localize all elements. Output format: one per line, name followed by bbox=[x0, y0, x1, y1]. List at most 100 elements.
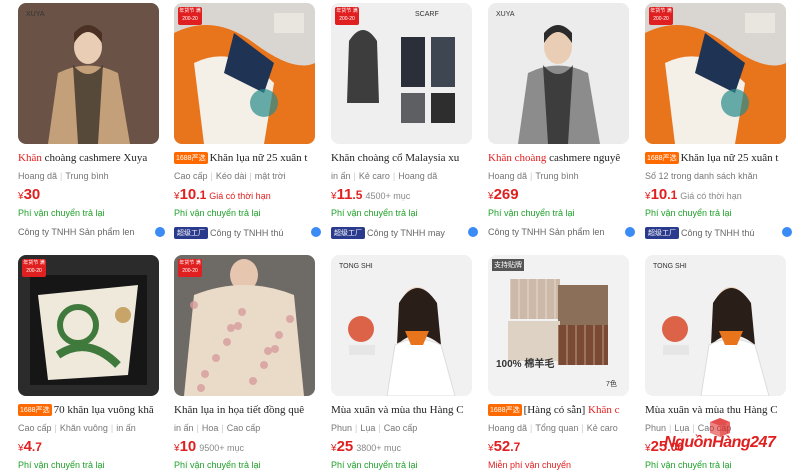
product-tags: in ấn | Hoa | Cao cấp bbox=[174, 423, 320, 433]
product-card[interactable]: 年货节 满200-20 Khăn lụa in họa tiết đồng quê… bbox=[169, 252, 315, 475]
tag: Cao cấp bbox=[174, 171, 208, 181]
product-card[interactable]: XUYA Khăn choàng cashmere nguyê Hoang dã | T… bbox=[483, 0, 635, 245]
supplier-name[interactable]: Công ty TNHH Sản phẩm len bbox=[18, 227, 164, 237]
product-image[interactable]: 年货节 满200-20 bbox=[174, 3, 315, 144]
shipping-info: Phí vận chuyển trả lại bbox=[18, 460, 105, 470]
product-image[interactable]: XUYA bbox=[18, 3, 159, 144]
product-tags: Hoang dã | Trung bình bbox=[488, 171, 634, 181]
price-value: 11 bbox=[336, 186, 353, 203]
title-text: [Hàng có sẵn] bbox=[523, 404, 589, 416]
title-text: cashmere nguyê bbox=[546, 152, 621, 164]
brand-mark: TONG SHI bbox=[653, 263, 687, 270]
supplier-name[interactable]: Công ty TNHH Sản phẩm len bbox=[488, 227, 634, 237]
product-photo bbox=[645, 255, 786, 396]
supplier-name[interactable]: 超级工厂 Công ty TNHH may bbox=[331, 227, 477, 239]
price-note: 4500+ mục bbox=[365, 191, 411, 201]
tag: Phun bbox=[331, 423, 353, 433]
shipping-info: Phí vận chuyển trả lại bbox=[174, 460, 261, 470]
product-image[interactable]: 年货节 满200-20 bbox=[18, 255, 159, 396]
product-card[interactable]: 年货节 满200-20 SCARF Khăn choàng cổ Malaysia … bbox=[326, 0, 478, 245]
product-card[interactable]: TONG SHI Mùa xuân và mùa thu Hàng C Phun | L… bbox=[326, 252, 472, 475]
verified-icon bbox=[311, 227, 321, 237]
tag: Hoa bbox=[201, 423, 219, 433]
product-title[interactable]: 1688严选 Khăn lụa nữ 25 xuân t bbox=[174, 152, 320, 164]
title-text: Mùa xuân và mùa thu Hàng C bbox=[645, 404, 778, 416]
tag-separator: | bbox=[221, 423, 224, 433]
product-title[interactable]: 1688严选 [Hàng có sẵn] Khăn c bbox=[488, 404, 634, 416]
product-title[interactable]: 1688严选 Khăn lụa nữ 25 xuân t bbox=[645, 152, 791, 164]
product-image[interactable]: 年货节 满200-20 bbox=[174, 255, 315, 396]
tag-separator: | bbox=[355, 423, 358, 433]
product-card[interactable]: 年货节 满200-20 1688严选 Khăn lụa nữ 25 xuân t Ca… bbox=[169, 0, 321, 245]
product-title[interactable]: Khăn choàng cashmere Xuya bbox=[18, 152, 164, 164]
product-title[interactable]: Khăn choàng cổ Malaysia xu bbox=[331, 152, 477, 164]
product-image[interactable]: 100% 棉羊毛 支持贴牌 7色 bbox=[488, 255, 629, 396]
product-title[interactable]: Mùa xuân và mùa thu Hàng C bbox=[645, 404, 791, 416]
price-decimal: .1 bbox=[667, 188, 678, 202]
price-row: ¥10.1 Giá có thời hạn bbox=[174, 186, 271, 204]
price-note: 9500+ mục bbox=[199, 443, 245, 453]
product-title[interactable]: Mùa xuân và mùa thu Hàng C bbox=[331, 404, 477, 416]
tag: Hoang dã bbox=[398, 171, 438, 181]
title-text: Khăn lụa nữ 25 xuân t bbox=[209, 152, 308, 164]
tag: mật trời bbox=[254, 171, 286, 181]
promo-badge: 年货节 满200-20 bbox=[178, 259, 202, 277]
price-row: ¥10 9500+ mục bbox=[174, 438, 244, 456]
product-image[interactable]: XUYA bbox=[488, 3, 629, 144]
tag: Cao cấp bbox=[18, 423, 52, 433]
product-tags: Hoang dã | Tổng quan | Kẻ caro bbox=[488, 423, 634, 433]
verified-icon bbox=[468, 227, 478, 237]
tag-separator: | bbox=[60, 171, 63, 181]
product-photo bbox=[488, 3, 629, 144]
price-decimal: .7 bbox=[510, 440, 521, 454]
watermark-text: NguồnHàng247 bbox=[664, 434, 776, 451]
brand-mark: TONG SHI bbox=[339, 263, 373, 270]
brand-mark: XUYA bbox=[496, 11, 515, 18]
product-tags: Cao cấp | Kéo dài | mật trời bbox=[174, 171, 320, 181]
shipping-info: Phí vận chuyển trả lại bbox=[645, 208, 732, 218]
product-image[interactable]: TONG SHI bbox=[331, 255, 472, 396]
tag-separator: | bbox=[196, 423, 199, 433]
product-image[interactable]: 年货节 满200-20 bbox=[645, 3, 786, 144]
supplier-text: Công ty TNHH thú bbox=[681, 228, 755, 238]
product-card[interactable]: 100% 棉羊毛 支持贴牌 7色 1688严选 [Hàng có sẵn] Khăn c… bbox=[483, 252, 629, 475]
product-title[interactable]: 1688严选 70 khăn lụa vuông khă bbox=[18, 404, 164, 416]
selection-badge: 1688严选 bbox=[174, 152, 208, 164]
promo-badge: 年货节 满200-20 bbox=[178, 7, 202, 25]
title-text: 70 khăn lụa vuông khă bbox=[53, 404, 154, 416]
product-title[interactable]: Khăn lụa in họa tiết đồng quê bbox=[174, 404, 320, 416]
product-image[interactable]: 年货节 满200-20 SCARF bbox=[331, 3, 472, 144]
tag-separator: | bbox=[530, 171, 533, 181]
price-note: 3800+ mục bbox=[356, 443, 402, 453]
tag: Khăn vuông bbox=[59, 423, 108, 433]
shipping-info: Phí vận chuyển trả lại bbox=[331, 460, 418, 470]
selection-badge: 1688严选 bbox=[488, 404, 522, 416]
promo-badge: 年货节 满200-20 bbox=[649, 7, 673, 25]
title-text: Khăn lụa in họa tiết đồng quê bbox=[174, 404, 305, 416]
product-card[interactable]: 年货节 满200-20 1688严选 70 khăn lụa vuông khă Ca… bbox=[13, 252, 159, 475]
shipping-info: Phí vận chuyển trả lại bbox=[174, 208, 261, 218]
product-image[interactable]: TONG SHI bbox=[645, 255, 786, 396]
tag: in ấn bbox=[331, 171, 351, 181]
tag: in ấn bbox=[116, 423, 136, 433]
supplier-name[interactable]: 超级工厂 Công ty TNHH thú bbox=[645, 227, 791, 239]
shipping-info: Phí vận chuyển trả lại bbox=[18, 208, 105, 218]
title-highlight: Khăn bbox=[18, 152, 42, 164]
title-text: Mùa xuân và mùa thu Hàng C bbox=[331, 404, 464, 416]
price-value: 4 bbox=[23, 438, 32, 455]
product-tags: Hoang dã | Trung bình bbox=[18, 171, 164, 181]
brand-mark: SCARF bbox=[415, 11, 439, 18]
promo-badge: 年货节 满200-20 bbox=[335, 7, 359, 25]
supplier-name[interactable]: 超级工厂 Công ty TNHH thú bbox=[174, 227, 320, 239]
product-card[interactable]: 年货节 满200-20 1688严选 Khăn lụa nữ 25 xuân t Số… bbox=[640, 0, 792, 245]
product-title[interactable]: Khăn choàng cashmere nguyê bbox=[488, 152, 634, 164]
selection-badge: 1688严选 bbox=[645, 152, 679, 164]
promo-badge: 年货节 满200-20 bbox=[22, 259, 46, 277]
tag: Hoang dã bbox=[488, 423, 528, 433]
tag-separator: | bbox=[581, 423, 584, 433]
tag: Hoang dã bbox=[18, 171, 58, 181]
product-card[interactable]: XUYA Khăn choàng cashmere Xuya Hoang dã | Tr… bbox=[13, 0, 165, 245]
tag: in ấn bbox=[174, 423, 194, 433]
supplier-text: Công ty TNHH thú bbox=[210, 228, 284, 238]
title-text: choàng cashmere Xuya bbox=[41, 152, 148, 164]
